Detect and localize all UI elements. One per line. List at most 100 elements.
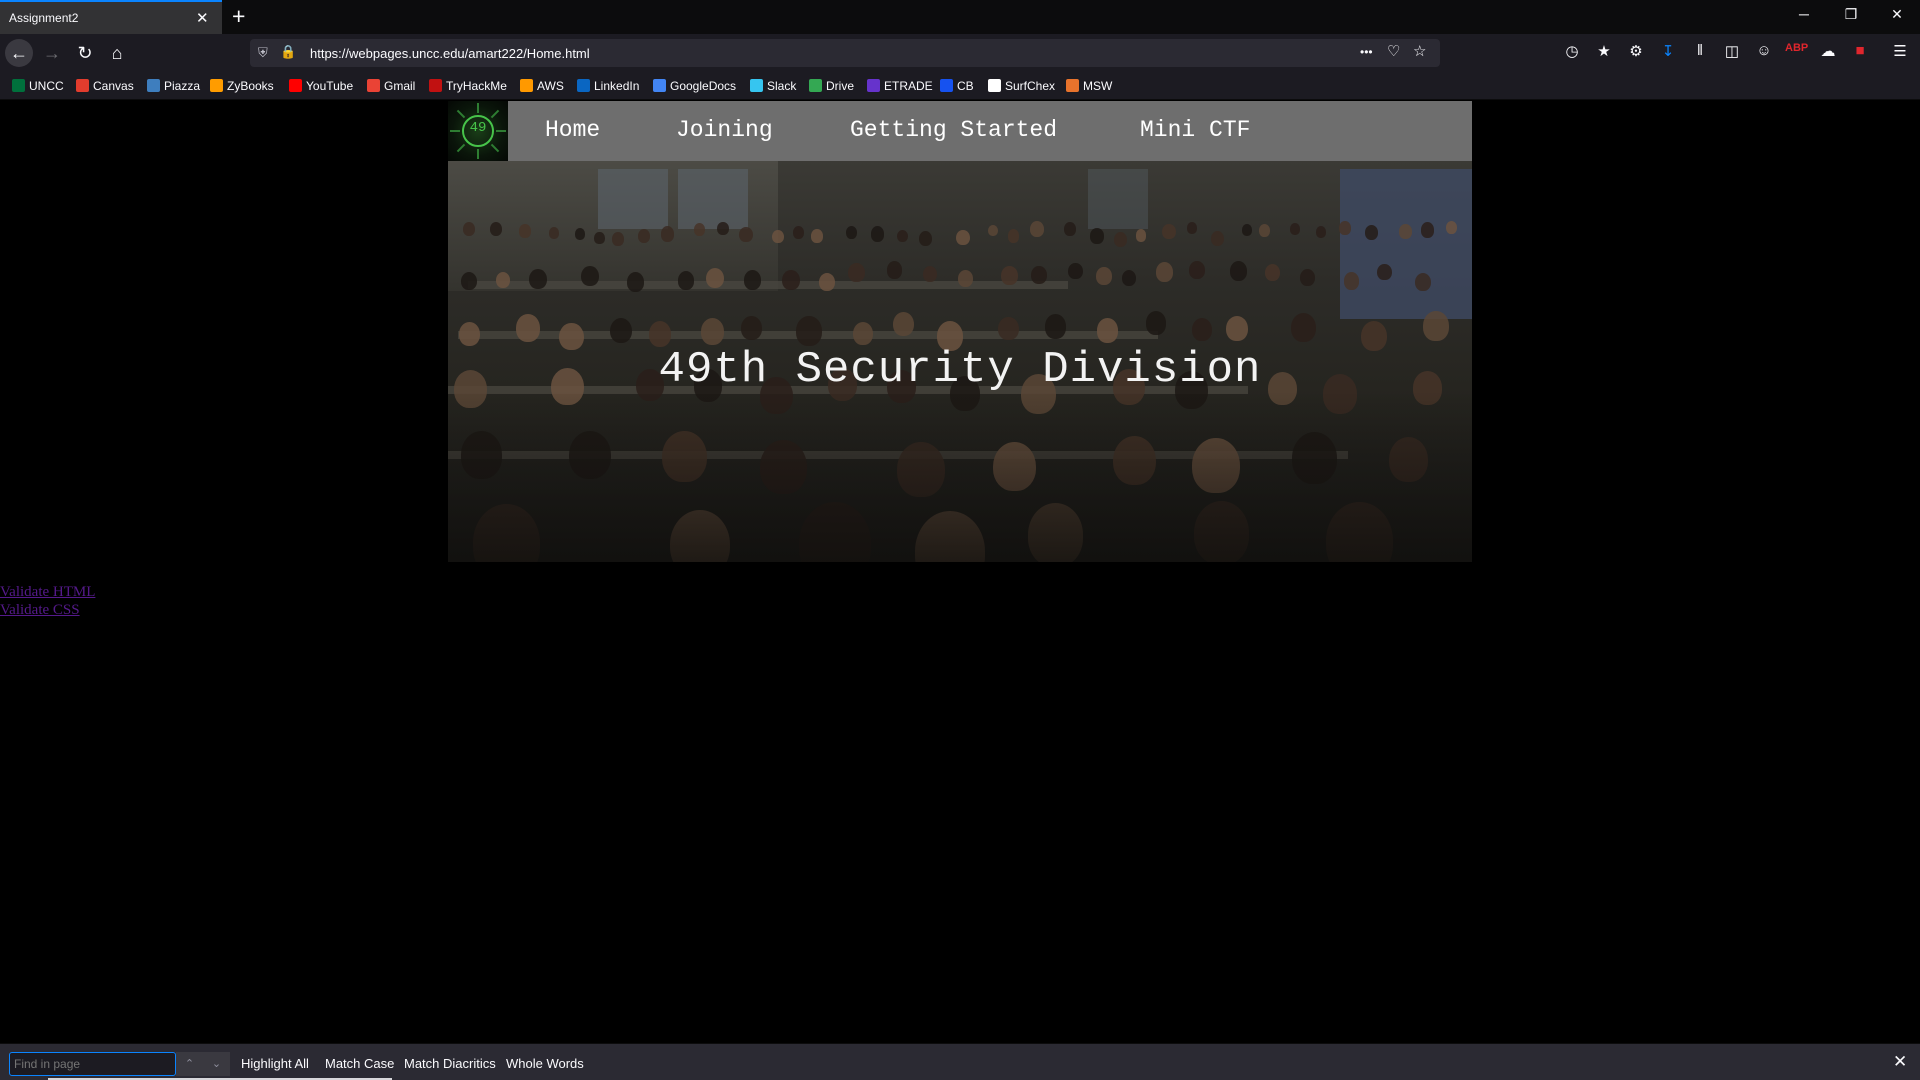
zybooks-icon — [210, 79, 223, 92]
surfchex-icon — [988, 79, 1001, 92]
bookmark-label: Piazza — [164, 79, 201, 93]
downloads-icon[interactable]: ↧ — [1657, 42, 1679, 60]
match-diacritics-option[interactable]: Match Diacritics — [404, 1056, 496, 1071]
bookmark-gmail[interactable]: Gmail — [367, 79, 415, 93]
validate-html-link[interactable]: Validate HTML — [0, 583, 95, 601]
bookmark-label: YouTube — [306, 79, 354, 93]
hero-banner-classroom-photo: 49th Security Division — [448, 161, 1472, 562]
bookmark-drive[interactable]: Drive — [809, 79, 854, 93]
bookmark-label: CB — [957, 79, 974, 93]
extension-gear-icon[interactable]: ⚙ — [1625, 42, 1647, 60]
bookmark-label: Drive — [826, 79, 855, 93]
menu-icon[interactable]: ☰ — [1889, 42, 1911, 60]
bookmark-tryhackme[interactable]: TryHackMe — [429, 79, 507, 93]
tryhackme-icon — [429, 79, 442, 92]
minimize-button[interactable]: ─ — [1789, 6, 1819, 22]
bookmark-googledocs[interactable]: GoogleDocs — [653, 79, 736, 93]
nav-link-home[interactable]: Home — [545, 117, 600, 143]
page-actions-more-icon[interactable]: ••• — [1360, 45, 1373, 59]
bookmark-zybooks[interactable]: ZyBooks — [210, 79, 274, 93]
bookmark-uncc[interactable]: UNCC — [12, 79, 64, 93]
bookmark-label: TryHackMe — [446, 79, 507, 93]
bookmark-label: Gmail — [384, 79, 416, 93]
tab-close-icon[interactable]: ✕ — [196, 9, 209, 27]
nav-link-mini-ctf[interactable]: Mini CTF — [1140, 117, 1250, 143]
slack-icon — [750, 79, 763, 92]
piazza-icon — [147, 79, 160, 92]
googledocs-icon — [653, 79, 666, 92]
tab-assignment2[interactable]: Assignment2 ✕ — [0, 0, 222, 34]
cb-icon — [940, 79, 953, 92]
home-button[interactable]: ⌂ — [103, 39, 131, 67]
url-bar[interactable]: ⛨ 🔒 https://webpages.uncc.edu/amart222/H… — [250, 39, 1440, 67]
highlight-all-option[interactable]: Highlight All — [241, 1056, 309, 1071]
find-close-icon[interactable]: ✕ — [1893, 1052, 1907, 1072]
bookmark-youtube[interactable]: YouTube — [289, 79, 353, 93]
reload-button[interactable]: ↻ — [71, 39, 99, 67]
new-tab-button[interactable]: + — [232, 3, 245, 30]
bookmark-msw[interactable]: MSW — [1066, 79, 1112, 93]
account-icon[interactable]: ☺ — [1753, 42, 1775, 59]
nav-link-joining[interactable]: Joining — [676, 117, 773, 143]
adblock-icon[interactable]: ABP — [1785, 42, 1808, 54]
bookmark-slack[interactable]: Slack — [750, 79, 796, 93]
bookmark-label: MSW — [1083, 79, 1113, 93]
bookmark-canvas[interactable]: Canvas — [76, 79, 134, 93]
bookmark-label: GoogleDocs — [670, 79, 737, 93]
find-previous-button[interactable]: ⌃ — [176, 1052, 203, 1076]
whole-words-option[interactable]: Whole Words — [506, 1056, 584, 1071]
bookmark-label: ZyBooks — [227, 79, 274, 93]
back-button[interactable]: ← — [5, 39, 33, 67]
hero-title: 49th Security Division — [658, 345, 1262, 395]
etrade-icon — [867, 79, 880, 92]
bookmark-surfchex[interactable]: SurfChex — [988, 79, 1055, 93]
library-icon[interactable]: ‖ — [1689, 42, 1711, 59]
window-close-button[interactable]: ✕ — [1882, 6, 1912, 23]
bookmark-label: ETRADE — [884, 79, 933, 93]
find-next-button[interactable]: ⌄ — [203, 1052, 230, 1076]
match-case-option[interactable]: Match Case — [325, 1056, 394, 1071]
favorites-icon[interactable]: ★ — [1593, 42, 1615, 60]
logo-text: 49 — [469, 120, 487, 136]
tab-title: Assignment2 — [9, 11, 79, 25]
bookmark-label: Slack — [767, 79, 797, 93]
site-navbar: 49 Home Joining Getting Started Mini CTF — [448, 101, 1472, 161]
validation-links: Validate HTML Validate CSS — [0, 583, 95, 619]
bookmark-label: LinkedIn — [594, 79, 640, 93]
drive-icon — [809, 79, 822, 92]
msw-icon — [1066, 79, 1079, 92]
bookmark-star-icon[interactable]: ☆ — [1413, 42, 1426, 60]
bookmark-label: UNCC — [29, 79, 64, 93]
pocket-icon[interactable]: ♡ — [1387, 42, 1400, 60]
page-content: 49 Home Joining Getting Started Mini CTF… — [0, 101, 1920, 1043]
cloud-extension-icon[interactable]: ☁ — [1817, 42, 1839, 60]
bookmark-label: AWS — [537, 79, 564, 93]
find-bar: ⌃ ⌄ Highlight All Match Case Match Diacr… — [0, 1043, 1920, 1080]
nav-link-getting-started[interactable]: Getting Started — [850, 117, 1057, 143]
url-text[interactable]: https://webpages.uncc.edu/amart222/Home.… — [310, 46, 590, 61]
bookmark-etrade[interactable]: ETRADE — [867, 79, 933, 93]
bookmark-aws[interactable]: AWS — [520, 79, 564, 93]
club-logo[interactable]: 49 — [448, 101, 508, 161]
projector-screen — [1340, 169, 1472, 319]
gmail-icon — [367, 79, 380, 92]
uncc-icon — [12, 79, 25, 92]
lock-icon[interactable]: 🔒 — [280, 44, 296, 60]
tab-strip: Assignment2 ✕ + ─ ❐ ✕ — [0, 0, 1920, 34]
forward-button[interactable]: → — [38, 39, 66, 67]
bookmark-label: Canvas — [93, 79, 134, 93]
bookmarks-toolbar: UNCC Canvas Piazza ZyBooks YouTube Gmail TryHa… — [0, 72, 1920, 100]
find-input[interactable] — [9, 1052, 176, 1076]
aws-icon — [520, 79, 533, 92]
history-icon[interactable]: ◷ — [1561, 42, 1583, 60]
tracking-protection-shield-icon[interactable]: ⛨ — [258, 45, 268, 61]
lastpass-icon[interactable]: ■ — [1849, 42, 1871, 59]
restore-button[interactable]: ❐ — [1836, 6, 1866, 23]
bookmark-linkedin[interactable]: LinkedIn — [577, 79, 639, 93]
sidebar-icon[interactable]: ◫ — [1721, 42, 1743, 60]
bookmark-cb[interactable]: CB — [940, 79, 974, 93]
youtube-icon — [289, 79, 302, 92]
bookmark-piazza[interactable]: Piazza — [147, 79, 200, 93]
bookmark-label: SurfChex — [1005, 79, 1056, 93]
validate-css-link[interactable]: Validate CSS — [0, 601, 95, 619]
